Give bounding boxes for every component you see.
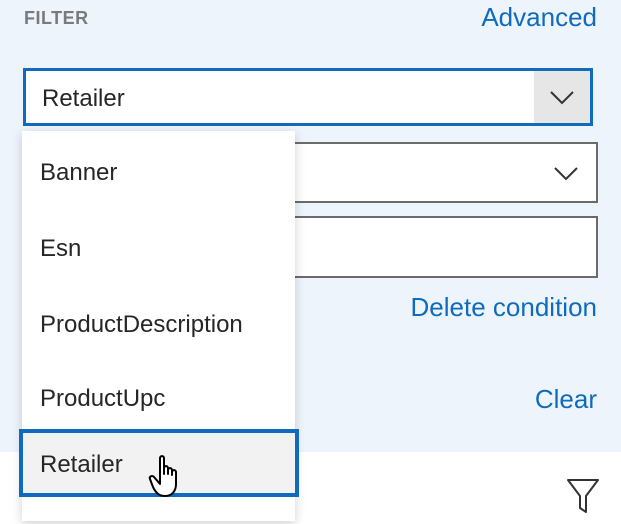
dropdown-option-esn[interactable]: Esn bbox=[22, 211, 295, 283]
field-select[interactable]: Retailer bbox=[23, 68, 593, 126]
option-label: ProductUpc bbox=[40, 385, 166, 412]
clear-link[interactable]: Clear bbox=[535, 384, 597, 415]
option-label: ProductDescription bbox=[40, 311, 243, 338]
funnel-icon[interactable] bbox=[566, 478, 600, 516]
dropdown-option-productupc[interactable]: ProductUpc bbox=[22, 361, 295, 433]
option-label: Banner bbox=[40, 159, 118, 186]
field-select-value: Retailer bbox=[42, 85, 125, 112]
hand-pointer-icon bbox=[148, 455, 177, 497]
advanced-link[interactable]: Advanced bbox=[481, 2, 597, 33]
option-label: Retailer bbox=[40, 451, 123, 478]
option-label: Esn bbox=[40, 235, 82, 262]
chevron-down-icon bbox=[550, 91, 574, 105]
chevron-down-icon bbox=[554, 167, 578, 181]
field-select-toggle[interactable] bbox=[534, 71, 590, 123]
dropdown-option-productdescription[interactable]: ProductDescription bbox=[22, 287, 295, 359]
filter-title: FILTER bbox=[24, 8, 89, 28]
delete-condition-link[interactable]: Delete condition bbox=[411, 292, 597, 323]
dropdown-option-banner[interactable]: Banner bbox=[22, 135, 295, 207]
